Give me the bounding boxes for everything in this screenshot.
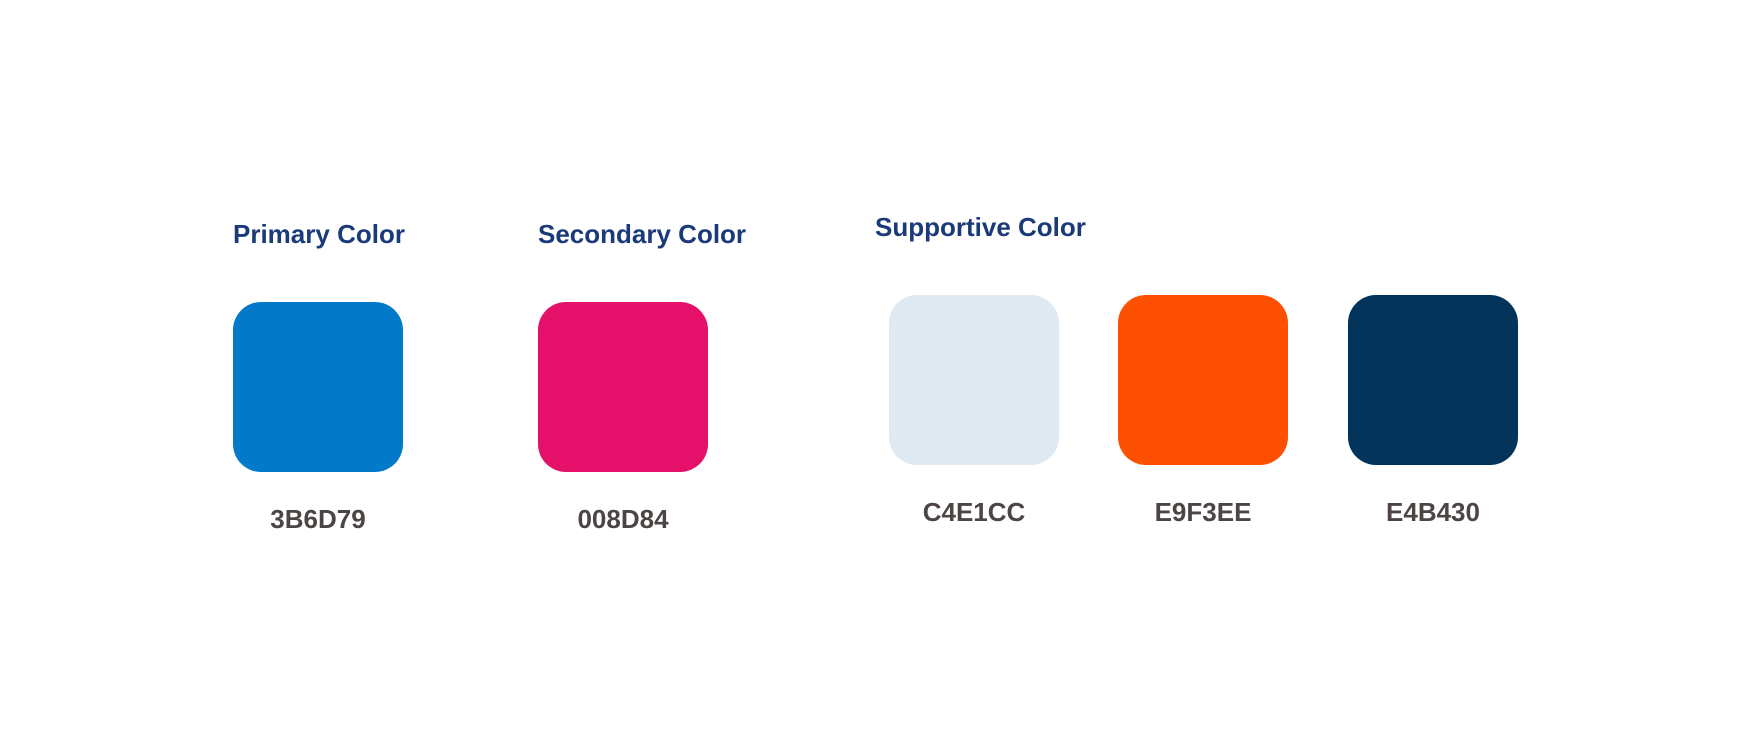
primary-color-swatch — [233, 302, 403, 472]
primary-color-title: Primary Color — [233, 219, 405, 249]
supportive-color-code-3: E4B430 — [1386, 497, 1480, 527]
supportive-color-swatch-3 — [1348, 295, 1518, 465]
secondary-color-swatch — [538, 302, 708, 472]
supportive-color-code-2: E9F3EE — [1154, 497, 1252, 527]
secondary-color-title: Secondary Color — [538, 219, 747, 249]
supportive-color-swatch-2 — [1118, 295, 1288, 465]
supportive-color-code-1: C4E1CC — [922, 497, 1026, 527]
supportive-color-title: Supportive Color — [875, 212, 1086, 242]
primary-color-code: 3B6D79 — [270, 504, 366, 534]
supportive-color-swatch-1 — [889, 295, 1059, 465]
secondary-color-code: 008D84 — [577, 504, 669, 534]
